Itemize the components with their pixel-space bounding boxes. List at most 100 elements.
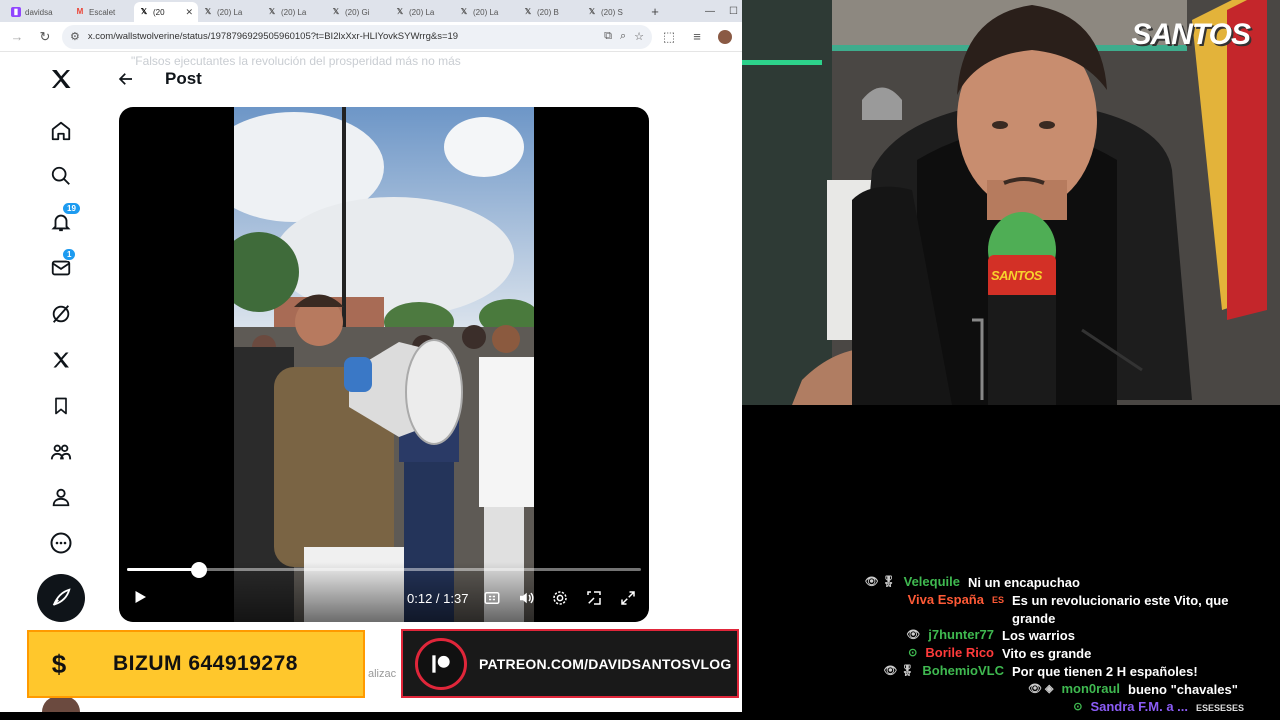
x-main-column: "Falsos ejecutantes la revolución del pr… [101,52,742,712]
fullscreen-icon[interactable] [619,589,637,607]
chat-message: 👁 j7hunter77 Los warrios [906,627,1264,645]
x-icon: 𝕏 [332,7,340,16]
browser-window: ▮ davidsa M Escalet 𝕏 (20 ✕ 𝕏 (20) La 𝕏 (2… [0,0,742,712]
captions-icon[interactable] [483,589,501,607]
messages-icon[interactable]: 1 [48,248,77,281]
post-header: Post [117,64,202,94]
chat-text: Por que tienen 2 H españoles! [1012,664,1198,679]
more-icon[interactable] [48,530,74,556]
messages-badge: 1 [62,248,77,261]
tab-x[interactable]: 𝕏 (20) La [262,2,326,22]
x-icon: 𝕏 [588,7,596,16]
tab-gmail[interactable]: M Escalet [70,2,134,22]
media-icon[interactable]: ≡ [686,26,708,48]
chat-message: ⊙ Borile Rico Vito es grande [908,645,1264,663]
chat-username[interactable]: Sandra F.M. a ... [1090,699,1188,715]
site-info-icon[interactable]: ⚙ [70,30,80,43]
progress-handle[interactable] [190,562,207,578]
chat-text: Es un revolucionario este Vito, que gran… [1012,593,1229,626]
tab-label: (20) B [537,7,559,17]
profile-icon[interactable] [48,484,74,510]
chat-badges: 👁 🎖 [864,576,896,588]
x-icon: 𝕏 [204,7,212,16]
compose-post-button[interactable] [37,574,85,622]
progress-fill [127,568,199,571]
x-logo-icon[interactable] [48,66,74,92]
channel-logo: SANTOS [1131,18,1251,51]
close-tab-icon[interactable]: ✕ [185,7,193,18]
tab-x[interactable]: 𝕏 (20) Gi [326,2,390,22]
dollar-icon: $ [51,648,67,679]
profile-avatar[interactable] [714,26,736,48]
star-icon[interactable]: ☆ [634,30,644,43]
back-arrow-icon[interactable] [117,70,135,88]
webcam-image [742,0,1280,405]
tab-active[interactable]: 𝕏 (20 ✕ [134,2,198,22]
video-player[interactable]: 0:12 / 1:37 [119,107,649,622]
zoom-icon[interactable]: ⌕ [620,30,626,43]
reload-icon[interactable]: ↻ [34,26,56,48]
maximize-icon[interactable]: ☐ [729,6,738,17]
bookmarks-icon[interactable] [48,393,74,419]
progress-bar[interactable] [127,562,641,578]
minimize-icon[interactable]: — [705,6,715,17]
bizum-banner: $ BIZUM 644919278 [27,630,365,698]
video-controls: 0:12 / 1:37 [119,562,649,622]
patreon-icon [415,637,467,690]
chat-message: ⊙ Sandra F.M. a ... ESESESES [1073,699,1264,717]
gmail-icon: M [76,7,84,16]
tab-label: (20) La [473,7,499,17]
tab-label: (20 [153,7,165,17]
chat-badges: ⊙ [1073,701,1083,713]
chat-message: 👁 🎖 BohemioVLC Por que tienen 2 H españo… [883,663,1264,681]
extensions-icon[interactable]: ⬚ [658,26,680,48]
new-tab-button[interactable]: + [646,2,664,22]
pip-icon[interactable] [585,589,603,607]
webcam-feed: SANTOS SANTOS [742,0,1280,405]
chat-panel: 👁 🎖 Velequile Ni un encapuchao Viva Espa… [742,405,1280,720]
browser-toolbar: → ↻ ⚙ x.com/wallstwolverine/status/19787… [0,22,742,52]
chat-username[interactable]: mon0raul [1061,681,1120,697]
tab-x[interactable]: 𝕏 (20) La [390,2,454,22]
chat-message: 👁 ◈ mon0raul bueno "chavales" [1028,681,1264,699]
install-icon[interactable]: ⧉ [604,30,612,43]
chat-username[interactable]: Velequile [904,574,960,590]
chat-username[interactable]: Borile Rico [925,645,994,661]
notifications-icon[interactable]: 19 [48,202,81,235]
patreon-text: PATREON.COM/DAVIDSANTOSVLOG [479,655,732,672]
chat-username[interactable]: j7hunter77 [928,627,994,643]
grok-icon[interactable] [48,301,74,327]
tab-label: davidsa [25,7,53,17]
bizum-text: BIZUM 644919278 [113,652,298,675]
twitch-icon: ▮ [11,7,21,17]
address-bar[interactable]: ⚙ x.com/wallstwolverine/status/197879692… [62,24,652,49]
communities-icon[interactable] [48,439,74,465]
tab-x[interactable]: 𝕏 (20) S [582,2,646,22]
x-icon: 𝕏 [460,7,468,16]
tab-x[interactable]: 𝕏 (20) La [454,2,518,22]
volume-icon[interactable] [517,589,535,607]
screen: ▮ davidsa M Escalet 𝕏 (20 ✕ 𝕏 (20) La 𝕏 (2… [0,0,1280,720]
forward-icon[interactable]: → [6,26,28,48]
chat-badges: ⊙ [908,647,918,659]
settings-gear-icon[interactable] [551,589,569,607]
x-icon: 𝕏 [396,7,404,16]
notifications-badge: 19 [62,202,81,215]
window-controls: — ☐ [705,0,738,22]
chat-username[interactable]: Viva España [908,592,984,608]
play-icon[interactable] [131,588,149,606]
search-icon[interactable] [48,163,74,189]
chat-badges: 👁 🎖 [883,665,915,677]
chat-message: Viva España ES Es un revolucionario este… [908,592,1264,628]
tab-label: (20) Gi [345,7,370,17]
chat-text: ESESESES [1196,703,1245,713]
x-icon: 𝕏 [140,7,148,16]
chat-username[interactable]: BohemioVLC [922,663,1004,679]
home-icon[interactable] [48,118,74,144]
tab-label: (20) La [409,7,435,17]
x-icon: 𝕏 [524,7,532,16]
tab-x[interactable]: 𝕏 (20) La [198,2,262,22]
premium-x-icon[interactable] [48,347,74,373]
tab-x[interactable]: 𝕏 (20) B [518,2,582,22]
tab-twitch[interactable]: ▮ davidsa [6,2,70,22]
